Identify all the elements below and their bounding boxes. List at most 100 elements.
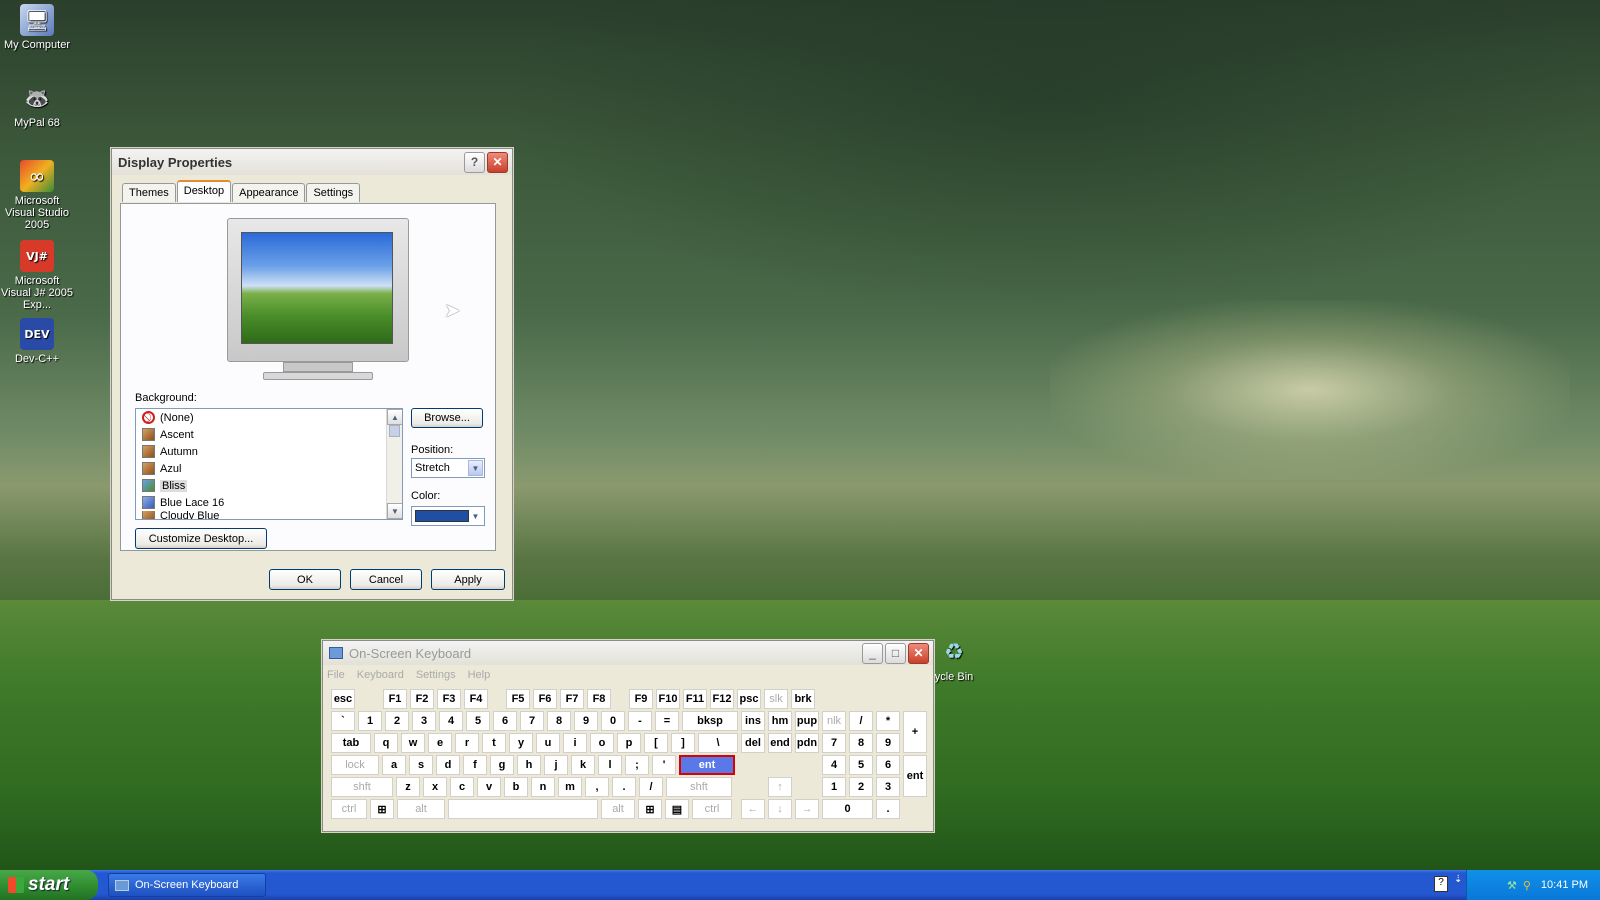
customize-desktop-button[interactable]: Customize Desktop... <box>135 528 267 549</box>
key-c[interactable]: c <box>450 777 474 797</box>
chevron-down-icon[interactable]: ⇣ <box>1454 874 1462 885</box>
tab-desktop[interactable]: Desktop <box>176 180 232 202</box>
key-F7[interactable]: F7 <box>560 689 584 709</box>
tab-settings[interactable]: Settings <box>306 183 361 202</box>
key-.[interactable]: . <box>876 799 900 819</box>
key-lock[interactable]: lock <box>331 755 379 775</box>
network-icon[interactable]: ⚒ <box>1507 879 1517 892</box>
key-⊞[interactable]: ⊞ <box>638 799 662 819</box>
key-▤[interactable]: ▤ <box>665 799 689 819</box>
key-6[interactable]: 6 <box>876 755 900 775</box>
key-1[interactable]: 1 <box>822 777 846 797</box>
tab-themes[interactable]: Themes <box>122 183 176 202</box>
key-F5[interactable]: F5 <box>506 689 530 709</box>
key-end[interactable]: end <box>768 733 792 753</box>
key-7[interactable]: 7 <box>822 733 846 753</box>
key-4[interactable]: 4 <box>822 755 846 775</box>
key-↑[interactable]: ↑ <box>768 777 792 797</box>
help-tray-icon[interactable]: ? <box>1434 876 1448 892</box>
key-0[interactable]: 0 <box>822 799 873 819</box>
key-ins[interactable]: ins <box>741 711 765 731</box>
title-bar[interactable]: On-Screen Keyboard _ □ ✕ <box>323 641 933 665</box>
menu-keyboard[interactable]: Keyboard <box>357 669 404 681</box>
list-item[interactable]: Blue Lace 16 <box>136 494 402 511</box>
scroll-down-icon[interactable]: ▼ <box>387 503 402 519</box>
list-item[interactable]: Autumn <box>136 443 402 460</box>
key-F11[interactable]: F11 <box>683 689 707 709</box>
key-p[interactable]: p <box>617 733 641 753</box>
maximize-button[interactable]: □ <box>885 642 906 664</box>
key-l[interactable]: l <box>598 755 622 775</box>
key-9[interactable]: 9 <box>574 711 598 731</box>
key-,[interactable]: , <box>585 777 609 797</box>
key-shft[interactable]: shft <box>331 777 393 797</box>
list-scrollbar[interactable]: ▲ ▼ <box>386 409 402 519</box>
start-button[interactable]: start <box>0 870 98 900</box>
key-←[interactable]: ← <box>741 799 765 819</box>
key-7[interactable]: 7 <box>520 711 544 731</box>
desktop-icon-visual-jsharp[interactable]: VJ# Microsoft Visual J# 2005 Exp... <box>0 240 74 311</box>
key-0[interactable]: 0 <box>601 711 625 731</box>
key-3[interactable]: 3 <box>876 777 900 797</box>
key-r[interactable]: r <box>455 733 479 753</box>
key-F6[interactable]: F6 <box>533 689 557 709</box>
key-8[interactable]: 8 <box>547 711 571 731</box>
key-e[interactable]: e <box>428 733 452 753</box>
key-tab[interactable]: tab <box>331 733 371 753</box>
list-item[interactable]: ⃠ (None) <box>136 409 402 426</box>
desktop-icon-mypal[interactable]: 🦝 MyPal 68 <box>0 82 74 129</box>
key-space[interactable] <box>448 799 598 819</box>
key-9[interactable]: 9 <box>876 733 900 753</box>
key-esc[interactable]: esc <box>331 689 355 709</box>
key-5[interactable]: 5 <box>466 711 490 731</box>
key-b[interactable]: b <box>504 777 528 797</box>
list-item[interactable]: Cloudy Blue <box>136 511 402 519</box>
key-/[interactable]: / <box>849 711 873 731</box>
key-][interactable]: ] <box>671 733 695 753</box>
taskbar-item-on-screen-keyboard[interactable]: On-Screen Keyboard <box>108 873 266 897</box>
menu-help[interactable]: Help <box>468 669 491 681</box>
key-d[interactable]: d <box>436 755 460 775</box>
key-z[interactable]: z <box>396 777 420 797</box>
key-pup[interactable]: pup <box>795 711 819 731</box>
key-\[interactable]: \ <box>698 733 738 753</box>
key-5[interactable]: 5 <box>849 755 873 775</box>
chevron-down-icon[interactable]: ▼ <box>468 508 483 524</box>
desktop-icon-devcpp[interactable]: DEV Dev-C++ <box>0 318 74 365</box>
key-s[interactable]: s <box>409 755 433 775</box>
key-F4[interactable]: F4 <box>464 689 488 709</box>
key-bksp[interactable]: bksp <box>682 711 738 731</box>
key-3[interactable]: 3 <box>412 711 436 731</box>
tab-appearance[interactable]: Appearance <box>232 183 306 202</box>
key-*[interactable]: * <box>876 711 900 731</box>
key-h[interactable]: h <box>517 755 541 775</box>
close-button[interactable]: ✕ <box>908 642 929 664</box>
key-u[interactable]: u <box>536 733 560 753</box>
key--[interactable]: - <box>628 711 652 731</box>
minimize-button[interactable]: _ <box>862 642 883 664</box>
key-j[interactable]: j <box>544 755 568 775</box>
key-6[interactable]: 6 <box>493 711 517 731</box>
key-w[interactable]: w <box>401 733 425 753</box>
key-F2[interactable]: F2 <box>410 689 434 709</box>
key-ent[interactable]: ent <box>679 755 735 775</box>
key-4[interactable]: 4 <box>439 711 463 731</box>
list-item-selected[interactable]: Bliss <box>136 477 402 494</box>
key-'[interactable]: ' <box>652 755 676 775</box>
key-x[interactable]: x <box>423 777 447 797</box>
key-o[interactable]: o <box>590 733 614 753</box>
key-;[interactable]: ; <box>625 755 649 775</box>
search-icon[interactable]: ⚲ <box>1523 879 1531 892</box>
key-del[interactable]: del <box>741 733 765 753</box>
key-y[interactable]: y <box>509 733 533 753</box>
desktop-icon-visual-studio[interactable]: ∞ Microsoft Visual Studio 2005 <box>0 160 74 231</box>
menu-settings[interactable]: Settings <box>416 669 456 681</box>
key-`[interactable]: ` <box>331 711 355 731</box>
key-shft[interactable]: shft <box>666 777 732 797</box>
key-F10[interactable]: F10 <box>656 689 680 709</box>
key-↓[interactable]: ↓ <box>768 799 792 819</box>
browse-button[interactable]: Browse... <box>411 408 483 428</box>
key-.[interactable]: . <box>612 777 636 797</box>
key-F8[interactable]: F8 <box>587 689 611 709</box>
key-t[interactable]: t <box>482 733 506 753</box>
